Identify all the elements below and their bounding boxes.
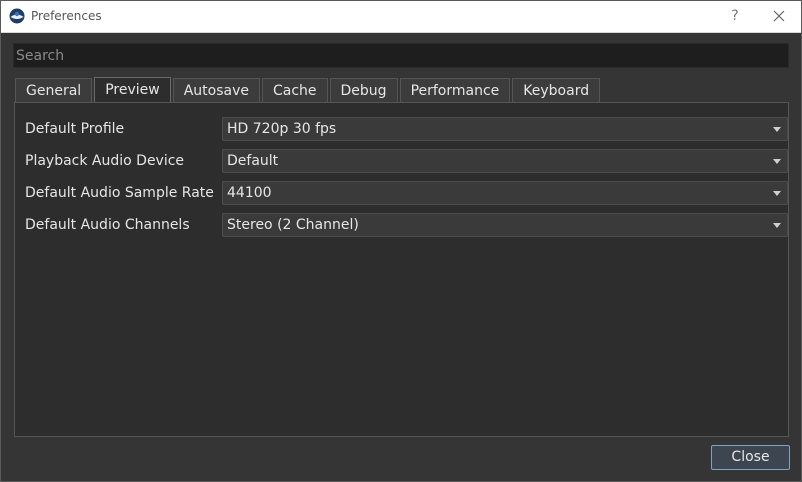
help-button[interactable]: ? [723, 4, 747, 28]
tab-cache[interactable]: Cache [261, 78, 328, 103]
tab-performance[interactable]: Performance [399, 78, 511, 103]
tab-debug[interactable]: Debug [329, 78, 398, 103]
window-close-icon[interactable] [767, 4, 791, 28]
preferences-dialog: Preferences ? General Preview Autosave C… [0, 0, 802, 482]
default-profile-dropdown[interactable]: HD 720p 30 fps [222, 117, 788, 141]
sample-rate-label: Default Audio Sample Rate [25, 185, 214, 201]
playback-audio-device-dropdown[interactable]: Default [222, 149, 788, 173]
chevron-down-icon [773, 223, 781, 228]
audio-channels-value: Stereo (2 Channel) [227, 217, 359, 233]
audio-channels-dropdown[interactable]: Stereo (2 Channel) [222, 213, 788, 237]
setting-row-audio-channels: Default Audio Channels Stereo (2 Channel… [25, 213, 788, 237]
sample-rate-value: 44100 [227, 185, 272, 201]
default-profile-value: HD 720p 30 fps [227, 121, 337, 137]
close-button[interactable]: Close [711, 445, 790, 470]
title-bar: Preferences ? [1, 1, 801, 33]
window-title: Preferences [31, 9, 102, 23]
search-input[interactable] [13, 43, 789, 68]
setting-row-default-profile: Default Profile HD 720p 30 fps [25, 117, 788, 141]
setting-row-playback-audio-device: Playback Audio Device Default [25, 149, 788, 173]
chevron-down-icon [773, 159, 781, 164]
tab-autosave[interactable]: Autosave [172, 78, 260, 103]
chevron-down-icon [773, 127, 781, 132]
tab-general[interactable]: General [15, 78, 93, 103]
playback-audio-device-value: Default [227, 153, 279, 169]
sample-rate-dropdown[interactable]: 44100 [222, 181, 788, 205]
tab-bar: General Preview Autosave Cache Debug Per… [15, 77, 602, 103]
playback-audio-device-label: Playback Audio Device [25, 153, 185, 169]
default-profile-label: Default Profile [25, 121, 125, 137]
audio-channels-label: Default Audio Channels [25, 217, 190, 233]
tab-keyboard[interactable]: Keyboard [512, 78, 601, 103]
tab-preview[interactable]: Preview [94, 77, 171, 103]
chevron-down-icon [773, 191, 781, 196]
app-logo-icon [9, 8, 25, 24]
setting-row-sample-rate: Default Audio Sample Rate 44100 [25, 181, 788, 205]
preview-settings-panel: Default Profile HD 720p 30 fps Playback … [14, 102, 789, 437]
